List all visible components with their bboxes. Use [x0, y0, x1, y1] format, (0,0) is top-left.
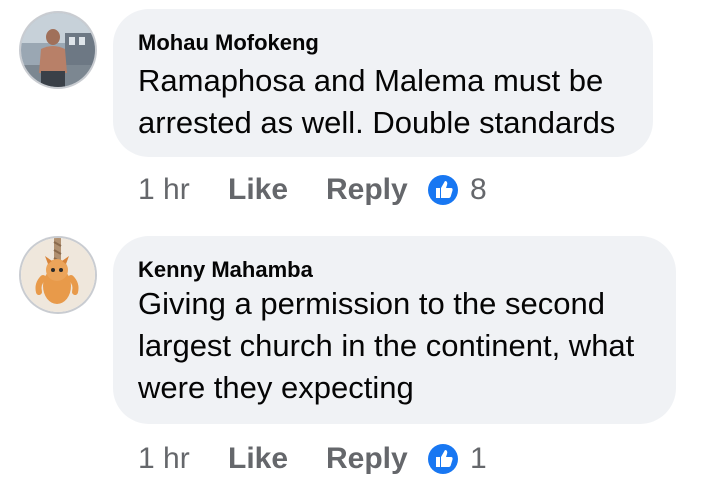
like-button[interactable]: Like — [228, 441, 288, 477]
reply-button[interactable]: Reply — [326, 441, 408, 477]
comment-actions: 1 hr Like Reply 1 — [0, 441, 720, 477]
comment-2: Kenny Mahamba Giving a permission to the… — [0, 0, 720, 494]
avatar[interactable] — [21, 238, 95, 312]
thumbs-up-icon[interactable] — [427, 443, 459, 475]
reaction-count[interactable]: 1 — [470, 441, 487, 477]
comment-text: Giving a permission to the second larges… — [138, 286, 635, 405]
comment-author[interactable]: Kenny Mahamba — [138, 257, 313, 283]
kitten-photo-icon — [21, 238, 95, 312]
comment-timestamp[interactable]: 1 hr — [138, 441, 190, 477]
